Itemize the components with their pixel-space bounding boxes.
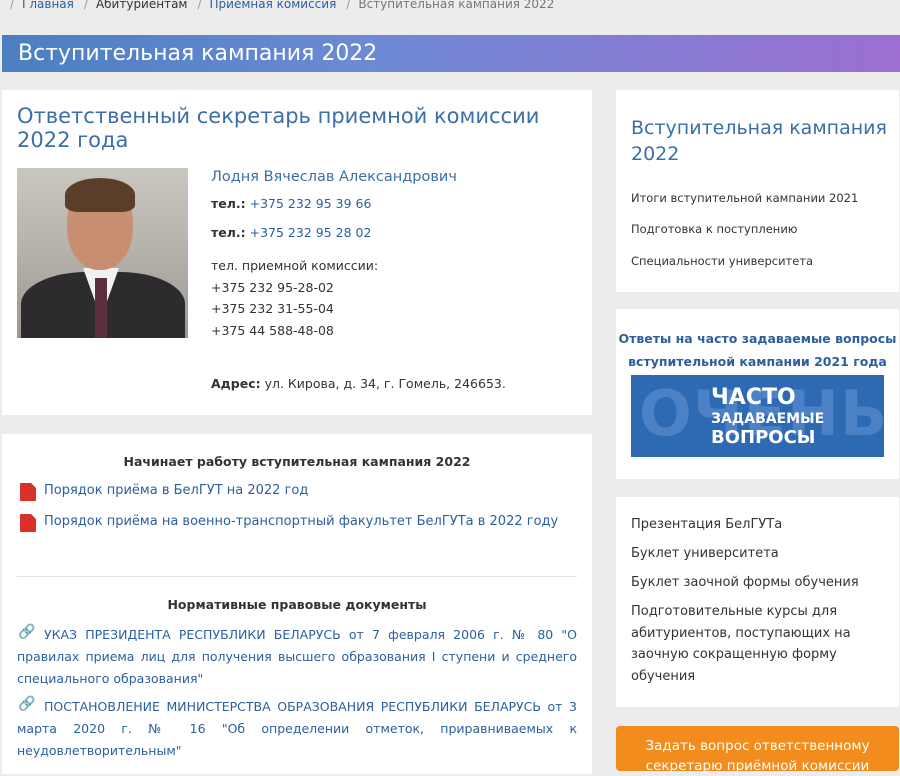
- commission-phones: тел. приемной комиссии: +375 232 95-28-0…: [211, 255, 378, 341]
- legal-link-2[interactable]: ПОСТАНОВЛЕНИЕ МИНИСТЕРСТВА ОБРАЗОВАНИЯ Р…: [17, 696, 577, 762]
- breadcrumb: / Главная / Абитуриентам / Приемная коми…: [0, 0, 554, 12]
- breadcrumb-current: Вступительная кампания 2022: [358, 0, 555, 11]
- tel-label: тел.:: [211, 196, 246, 211]
- campaign-heading: Начинает работу вступительная кампания 2…: [123, 454, 471, 469]
- tel-label: тел.:: [211, 225, 246, 240]
- prep-courses-line: абитуриентов, поступающих на: [631, 625, 851, 641]
- ask-line: секретарю приёмной комиссии: [645, 758, 870, 774]
- sidebar-campaign-card: Вступительная кампания 2022 Итоги вступи…: [616, 90, 899, 292]
- commission-label: тел. приемной комиссии:: [211, 258, 379, 273]
- legal-line: ПОСТАНОВЛЕНИЕ МИНИСТЕРСТВА ОБРАЗОВАНИЯ Р…: [44, 699, 577, 714]
- phone-link-1[interactable]: +375 232 95 39 66: [250, 196, 372, 211]
- commission-phone: +375 44 588-48-08: [211, 322, 334, 338]
- pdf-icon: [20, 483, 36, 501]
- sidebar-link-preparation[interactable]: Подготовка к поступлению: [631, 222, 797, 236]
- page-banner: Вступительная кампания 2022: [2, 35, 900, 72]
- correspondence-booklet-link[interactable]: Буклет заочной формы обучения: [631, 575, 859, 590]
- legal-heading: Нормативные правовые документы: [167, 597, 427, 612]
- faq-banner-line: ЧАСТО: [711, 385, 796, 410]
- faq-banner-image[interactable]: ОЧЕНЬ ЧАСТО ЗАДАВАЕМЫЕ ВОПРОСЫ: [631, 375, 884, 457]
- secretary-heading-line: 2022 года: [17, 128, 129, 152]
- sidebar-link-results-2021[interactable]: Итоги вступительной кампании 2021: [631, 191, 858, 205]
- doc-link-1[interactable]: Порядок приёма в БелГУТ на 2022 год: [44, 483, 308, 498]
- sidebar-link-specialties[interactable]: Специальности университета: [631, 254, 813, 268]
- breadcrumb-separator: /: [346, 0, 351, 11]
- faq-banner-line: ВОПРОСЫ: [711, 427, 816, 448]
- prep-courses-line: обучения: [631, 668, 696, 684]
- legal-link-1[interactable]: УКАЗ ПРЕЗИДЕНТА РЕСПУБЛИКИ БЕЛАРУСЬ от 7…: [17, 624, 577, 690]
- faq-line: вступительной кампании 2021 года: [628, 354, 887, 369]
- campaign-docs-card: Начинает работу вступительная кампания 2…: [2, 434, 592, 774]
- page-title: Вступительная кампания 2022: [18, 41, 378, 66]
- secretary-heading: Ответственный секретарь приемной комисси…: [17, 104, 539, 152]
- legal-line: правилах приема лиц для получения высшег…: [17, 649, 577, 664]
- sidebar-faq-card: Ответы на часто задаваемые вопросы вступ…: [616, 309, 899, 479]
- sidebar-heading-line: 2022: [631, 143, 680, 165]
- breadcrumb-admission-link[interactable]: Приемная комиссия: [210, 0, 337, 11]
- divider: [17, 576, 577, 577]
- sidebar-resources-card: Презентация БелГУТа Буклет университета …: [616, 497, 899, 707]
- prep-courses-line: заочную сокращенную форму: [631, 647, 837, 662]
- pdf-icon: [20, 514, 36, 532]
- phone-link-2[interactable]: +375 232 95 28 02: [250, 225, 372, 240]
- phone-row-2: тел.: +375 232 95 28 02: [211, 225, 371, 240]
- ask-line: Задать вопрос ответственному: [645, 738, 870, 754]
- prep-courses-line: Подготовительные курсы для: [631, 604, 838, 619]
- legal-line: неудовлетворительным": [17, 743, 182, 758]
- commission-phone: +375 232 95-28-02: [211, 279, 334, 295]
- faq-banner-line: ЗАДАВАЕМЫЕ: [711, 411, 825, 427]
- address-value: ул. Кирова, д. 34, г. Гомель, 246653.: [264, 376, 506, 391]
- faq-link[interactable]: Ответы на часто задаваемые вопросы вступ…: [616, 327, 899, 373]
- presentation-link[interactable]: Презентация БелГУТа: [631, 517, 782, 532]
- ask-question-button[interactable]: Задать вопрос ответственному секретарю п…: [616, 726, 899, 774]
- photo-tie: [95, 278, 107, 338]
- breadcrumb-separator: /: [83, 0, 88, 11]
- booklet-link[interactable]: Буклет университета: [631, 546, 779, 561]
- photo-hair: [65, 178, 135, 212]
- prep-courses-link[interactable]: Подготовительные курсы для абитуриентов,…: [631, 601, 851, 687]
- sidebar-heading-line: Вступительная кампания: [631, 117, 887, 139]
- address: Адрес: ул. Кирова, д. 34, г. Гомель, 246…: [211, 376, 506, 391]
- legal-line: специального образования": [17, 671, 204, 686]
- phone-row-1: тел.: +375 232 95 39 66: [211, 196, 371, 211]
- sidebar-heading: Вступительная кампания 2022: [631, 115, 887, 167]
- faq-line: Ответы на часто задаваемые вопросы: [618, 331, 897, 346]
- secretary-photo: [17, 168, 188, 338]
- commission-phone: +375 232 31-55-04: [211, 301, 334, 316]
- secretary-card: Ответственный секретарь приемной комисси…: [2, 90, 592, 415]
- breadcrumb-applicants[interactable]: Абитуриентам: [96, 0, 188, 11]
- address-label: Адрес:: [211, 376, 261, 391]
- legal-line: УКАЗ ПРЕЗИДЕНТА РЕСПУБЛИКИ БЕЛАРУСЬ от 7…: [44, 627, 577, 642]
- legal-line: марта 2020 г. № 16 "Об определении отмет…: [17, 721, 577, 736]
- doc-link-2[interactable]: Порядок приёма на военно-транспортный фа…: [44, 514, 558, 529]
- secretary-heading-line: Ответственный секретарь приемной комисси…: [17, 104, 540, 128]
- breadcrumb-separator: /: [10, 0, 15, 11]
- breadcrumb-separator: /: [197, 0, 202, 11]
- breadcrumb-home-link[interactable]: Главная: [22, 0, 74, 11]
- secretary-name: Лодня Вячеслав Александрович: [211, 169, 457, 185]
